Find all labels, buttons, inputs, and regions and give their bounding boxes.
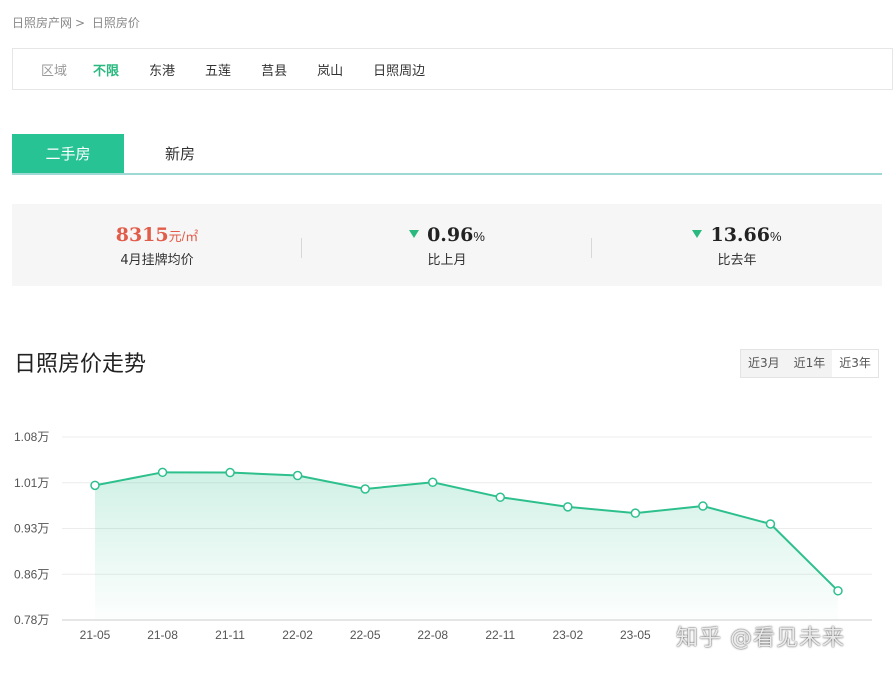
y-tick-label: 0.86万 [14,567,49,581]
data-point [698,501,708,511]
region-option-donggang[interactable]: 东港 [149,60,175,79]
x-tick-label: 23-05 [620,628,651,642]
mom-change-unit: % [473,229,485,244]
region-option-all[interactable]: 不限 [93,60,119,79]
yoy-change-stat: 13.66% 比去年 [592,204,882,286]
region-filter: 区域 不限 东港 五莲 莒县 岚山 日照周边 [12,48,893,90]
x-tick-label: 21-11 [215,628,245,642]
yoy-change-caption: 比去年 [717,253,757,268]
region-option-wulian[interactable]: 五莲 [205,60,231,79]
x-tick-label: 21-05 [80,628,111,642]
yoy-change-value: 13.66 [710,224,770,246]
region-filter-label: 区域 [41,63,68,79]
x-tick-label: 22-08 [417,628,448,642]
data-point [90,480,100,491]
mom-change-value: 0.96 [427,224,474,246]
range-3-months-button[interactable]: 近3月 [741,350,787,377]
data-point [495,492,506,502]
x-tick-label: 22-11 [485,628,515,642]
watermark: 知乎 @看见未来 [676,626,845,651]
tab-second-hand[interactable]: 二手房 [12,134,124,173]
price-area [95,472,838,620]
y-tick-label: 0.93万 [14,522,49,536]
yoy-change-unit: % [769,229,782,244]
down-arrow-icon [409,230,420,238]
breadcrumb: 日照房产网 > 日照房价 [12,14,143,31]
data-point [630,508,641,518]
down-arrow-icon [692,230,703,238]
mom-change-caption: 比上月 [427,253,467,268]
x-tick-label: 21-08 [147,628,178,642]
range-3-years-button[interactable]: 近3年 [832,350,878,377]
data-point [360,484,370,494]
avg-price-caption: 4月挂牌均价 [120,253,194,268]
y-tick-label: 1.01万 [14,476,49,490]
region-option-surroundings[interactable]: 日照周边 [373,60,425,79]
data-point [563,502,573,512]
region-option-juxian[interactable]: 莒县 [261,60,287,79]
data-point [833,586,843,596]
region-option-lanshan[interactable]: 岚山 [317,60,343,79]
breadcrumb-current: 日照房价 [91,16,140,30]
data-point [765,519,776,529]
breadcrumb-home[interactable]: 日照房产网 [12,16,72,30]
trend-section-title: 日照房价走势 [14,352,147,377]
y-tick-label: 0.78万 [14,613,49,627]
data-point [225,467,235,478]
data-point [157,467,168,478]
tab-new-homes[interactable]: 新房 [124,134,236,173]
avg-price-unit: 元/㎡ [168,229,199,244]
price-stats-panel: 8315元/㎡ 4月挂牌均价 0.96% 比上月 13.66% 比去年 [12,204,882,286]
data-point [292,470,303,481]
range-1-year-button[interactable]: 近1年 [786,350,833,377]
x-tick-label: 22-02 [282,628,313,642]
mom-change-stat: 0.96% 比上月 [302,204,592,286]
y-tick-label: 1.08万 [14,430,49,444]
range-selector: 近3月 近1年 近3年 [740,349,879,378]
avg-price-value: 8315 [115,224,169,246]
x-tick-label: 23-02 [552,628,583,642]
avg-price-stat: 8315元/㎡ 4月挂牌均价 [12,204,302,286]
breadcrumb-separator: > [75,16,86,30]
x-tick-label: 22-05 [350,628,381,642]
property-type-tabs: 二手房 新房 [12,134,882,175]
data-point [427,477,438,488]
